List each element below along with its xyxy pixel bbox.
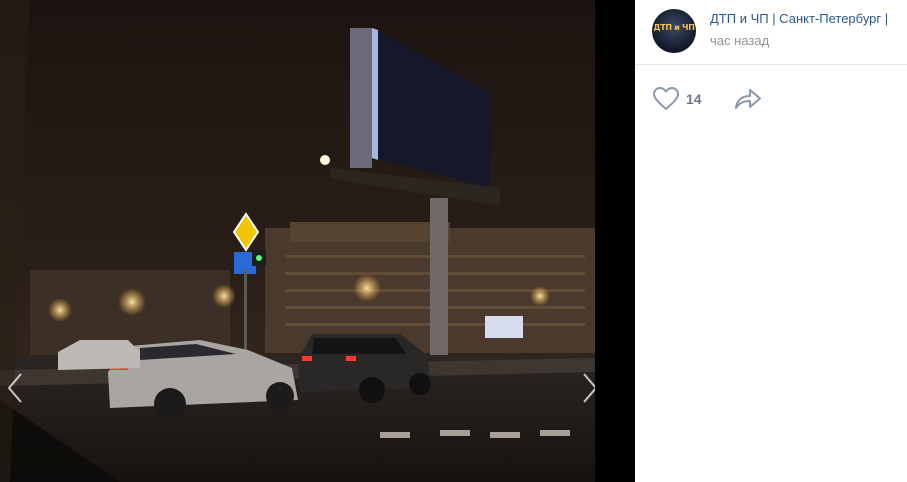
street-night-scene bbox=[0, 0, 595, 482]
like-button[interactable]: 14 bbox=[652, 86, 712, 112]
post-photo[interactable] bbox=[0, 0, 595, 482]
group-name-link[interactable]: ДТП и ЧП | Санкт-Петербург | bbox=[710, 11, 888, 26]
post-sidebar: ДТП и ЧП ДТП и ЧП | Санкт-Петербург | ча… bbox=[635, 0, 907, 482]
post-time[interactable]: час назад bbox=[710, 33, 769, 48]
group-avatar[interactable]: ДТП и ЧП bbox=[652, 9, 696, 53]
chevron-right-icon bbox=[583, 373, 595, 403]
share-button[interactable] bbox=[733, 86, 763, 112]
avatar-logo-text: ДТП и ЧП bbox=[653, 23, 695, 32]
heart-icon bbox=[653, 87, 679, 110]
post-header: ДТП и ЧП ДТП и ЧП | Санкт-Петербург | ча… bbox=[635, 0, 907, 65]
viewer-backdrop bbox=[595, 0, 635, 482]
photo-viewer: ДТП и ЧП ДТП и ЧП | Санкт-Петербург | ча… bbox=[0, 0, 907, 482]
prev-photo-button[interactable] bbox=[3, 370, 27, 406]
next-photo-button[interactable] bbox=[578, 370, 595, 406]
chevron-left-icon bbox=[7, 373, 22, 403]
share-arrow-icon bbox=[735, 89, 761, 109]
like-count: 14 bbox=[686, 91, 702, 107]
